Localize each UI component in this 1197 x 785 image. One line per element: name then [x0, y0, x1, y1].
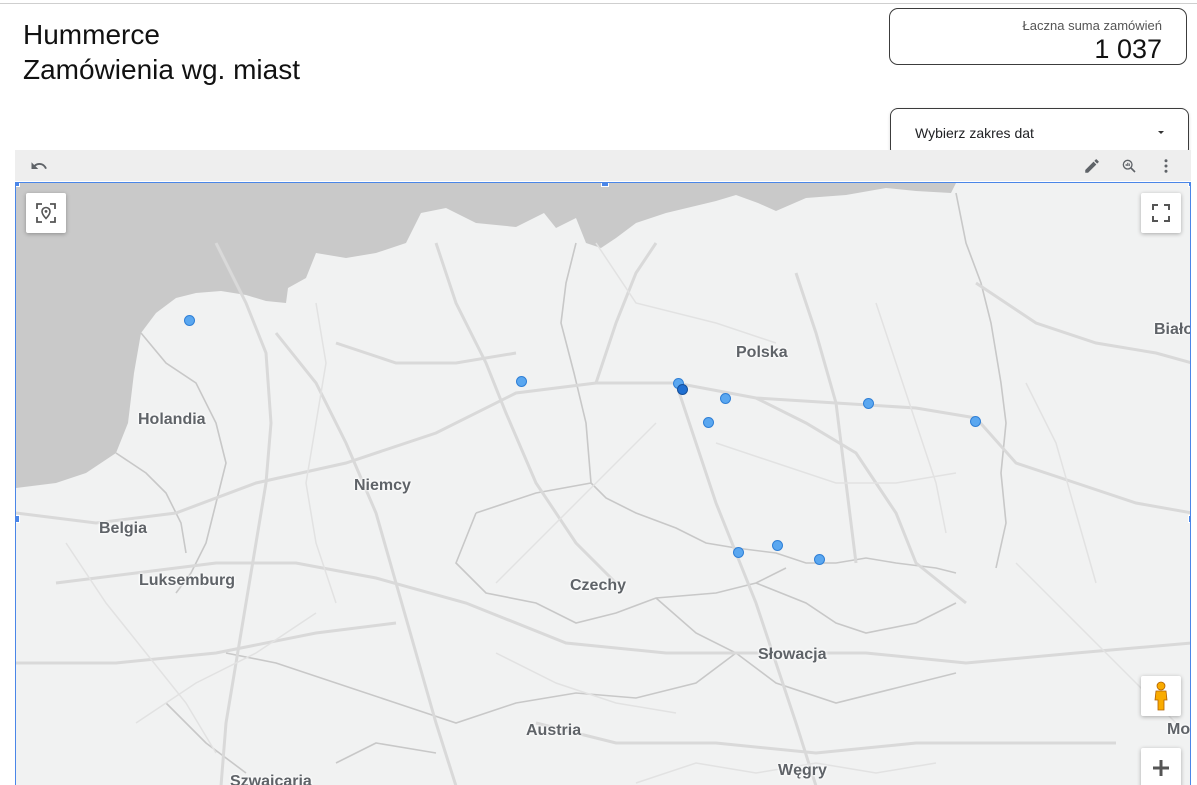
city-marker[interactable] [733, 547, 744, 558]
country-label-luxembourg: Luksemburg [139, 572, 236, 589]
city-marker[interactable] [703, 417, 714, 428]
country-label-belarus: Biało [1154, 321, 1191, 338]
country-label-moldova: Mo [1167, 721, 1191, 738]
resize-handle[interactable] [16, 183, 20, 187]
city-marker[interactable] [516, 376, 527, 387]
scorecard-value: 1 037 [1094, 34, 1162, 64]
page-title: Hummerce Zamówienia wg. miast [23, 17, 300, 87]
minor-roads [65, 242, 1177, 784]
country-label-germany: Niemcy [354, 477, 411, 494]
pencil-icon[interactable] [1082, 156, 1102, 176]
undo-icon[interactable] [29, 156, 49, 176]
resize-handle[interactable] [601, 183, 609, 187]
locate-icon [36, 203, 56, 223]
country-label-poland: Polska [736, 344, 788, 361]
city-marker[interactable] [772, 540, 783, 551]
country-label-switzerland: Szwajcaria [230, 773, 312, 785]
city-marker[interactable] [720, 393, 731, 404]
street-view-button[interactable] [1141, 676, 1181, 716]
country-label-austria: Austria [526, 722, 582, 739]
zoom-in-icon [1153, 760, 1169, 776]
chart-toolbar [15, 150, 1191, 181]
scorecard-label: Łaczna suma zamówień [1022, 18, 1162, 33]
total-orders-scorecard[interactable]: Łaczna suma zamówień 1 037 [889, 8, 1187, 65]
fullscreen-icon [1152, 204, 1170, 222]
top-divider [0, 3, 1197, 4]
more-vert-icon[interactable] [1156, 156, 1176, 176]
north-sea-water [16, 183, 576, 488]
city-marker[interactable] [677, 384, 688, 395]
title-line-subtitle: Zamówienia wg. miast [23, 54, 300, 85]
country-label-czechia: Czechy [570, 577, 627, 594]
city-marker[interactable] [970, 416, 981, 427]
pegman-icon [1154, 681, 1168, 711]
resize-handle[interactable] [16, 515, 20, 523]
country-label-netherlands: Holandia [138, 411, 206, 428]
baltic-sea-water [576, 183, 956, 248]
orders-map[interactable]: Polska Holandia Niemcy Belgia Luksemburg… [15, 182, 1191, 785]
zoom-in-button[interactable] [1141, 748, 1181, 785]
zoom-data-icon[interactable] [1119, 156, 1139, 176]
map-background [16, 183, 1190, 785]
country-label-belgium: Belgia [99, 520, 148, 537]
resize-handle[interactable] [1188, 183, 1190, 187]
city-marker[interactable] [814, 554, 825, 565]
title-line-brand: Hummerce [23, 19, 160, 50]
locate-button[interactable] [26, 193, 66, 233]
dropdown-caret-icon [1158, 131, 1164, 134]
date-range-label: Wybierz zakres dat [915, 125, 1034, 141]
country-label-hungary: Węgry [778, 762, 827, 779]
fullscreen-button[interactable] [1141, 193, 1181, 233]
country-label-slovakia: Słowacja [758, 646, 827, 663]
city-marker[interactable] [863, 398, 874, 409]
city-marker[interactable] [184, 315, 195, 326]
resize-handle[interactable] [1188, 515, 1190, 523]
